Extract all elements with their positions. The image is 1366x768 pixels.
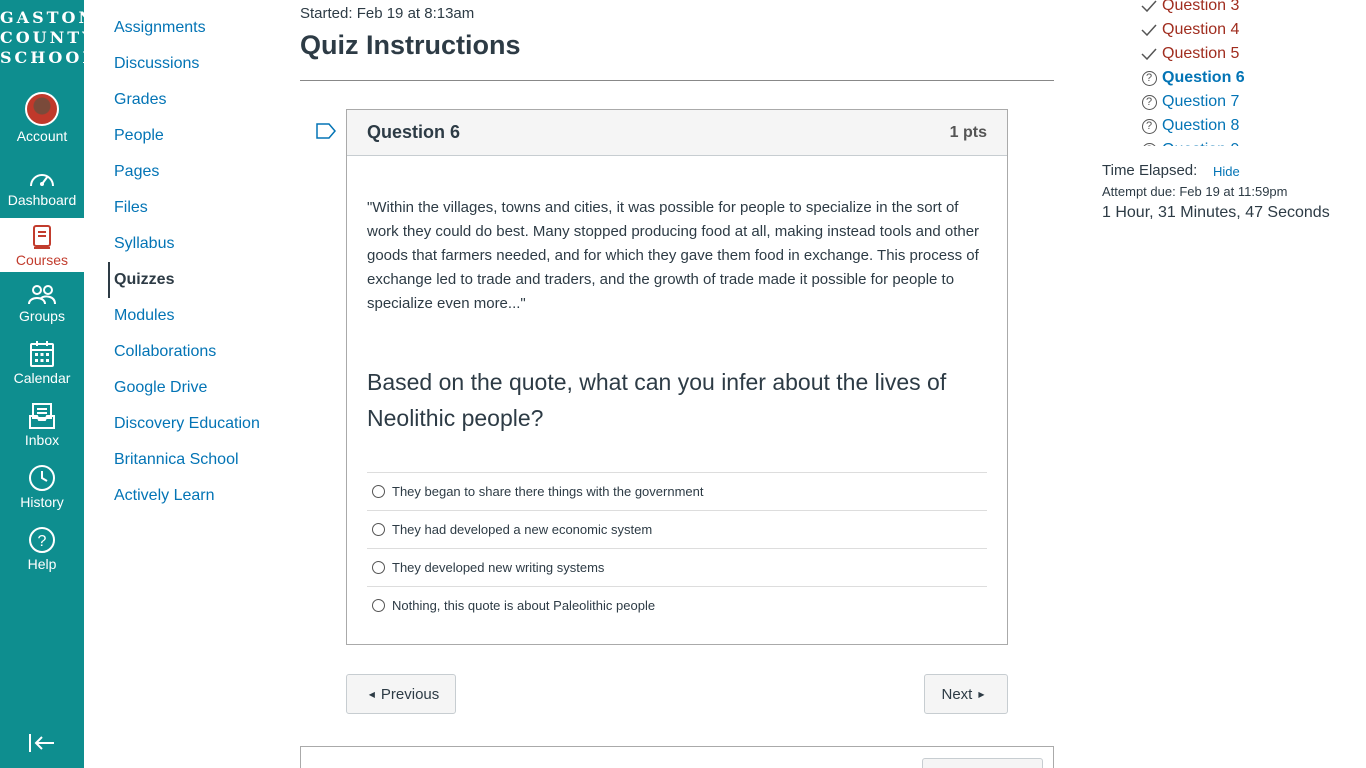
- page-title: Quiz Instructions: [300, 30, 521, 60]
- caret-right-icon: ▶: [978, 689, 985, 699]
- course-nav-actively-learn[interactable]: Actively Learn: [108, 478, 288, 514]
- course-nav-grades[interactable]: Grades: [108, 82, 288, 118]
- previous-label: Previous: [380, 685, 440, 703]
- caret-left-icon: ◀: [368, 689, 375, 699]
- hide-timer-link[interactable]: Hide: [1213, 164, 1240, 179]
- avatar: [25, 92, 59, 126]
- question-list-label: Question 8: [1162, 117, 1240, 134]
- answer-label: They had developed a new economic system: [392, 522, 653, 537]
- answer-option[interactable]: They began to share there things with th…: [367, 472, 987, 510]
- question-list-item[interactable]: Question 4: [1140, 18, 1300, 42]
- course-nav-assignments[interactable]: Assignments: [108, 10, 288, 46]
- nav-calendar[interactable]: Calendar: [0, 340, 84, 386]
- question-list-label: Question 5: [1162, 45, 1240, 62]
- answer-radio[interactable]: [372, 599, 385, 612]
- question-list-item[interactable]: ? Question 8: [1140, 114, 1300, 138]
- course-nav-google-drive[interactable]: Google Drive: [108, 370, 288, 406]
- question-list: Question 3 Question 4 Question 5 ? Quest…: [1140, 0, 1300, 146]
- next-button[interactable]: Next ▶: [924, 674, 1008, 714]
- answer-list: They began to share there things with th…: [367, 472, 987, 624]
- course-nav-discussions[interactable]: Discussions: [108, 46, 288, 82]
- question-prompt: Based on the quote, what can you infer a…: [367, 369, 947, 431]
- question-quote: "Within the villages, towns and cities, …: [367, 199, 980, 312]
- question-mark-icon: ?: [1140, 118, 1158, 134]
- question-list-label: Question 3: [1162, 0, 1240, 14]
- courses-icon: [33, 225, 51, 249]
- course-nav-modules[interactable]: Modules: [108, 298, 288, 334]
- question-list-item[interactable]: ? Question 7: [1140, 90, 1300, 114]
- answer-radio[interactable]: [372, 523, 385, 536]
- check-icon: [1140, 0, 1158, 12]
- submit-quiz-button[interactable]: [922, 758, 1043, 768]
- course-nav-people[interactable]: People: [108, 118, 288, 154]
- nav-courses[interactable]: Courses: [0, 218, 84, 272]
- time-elapsed-label: Time Elapsed:: [1102, 162, 1198, 179]
- question-header: Question 6 1 pts: [347, 110, 1007, 156]
- inbox-icon: [29, 403, 55, 429]
- question-list-item[interactable]: Question 3: [1140, 0, 1300, 18]
- question-list-item[interactable]: Question 5: [1140, 42, 1300, 66]
- check-icon: [1140, 48, 1158, 60]
- question-name: Question 6: [367, 122, 461, 142]
- question-mark-icon: ?: [1140, 70, 1158, 86]
- question-list-label: Question 7: [1162, 93, 1240, 110]
- nav-inbox[interactable]: Inbox: [0, 402, 84, 448]
- answer-label: Nothing, this quote is about Paleolithic…: [392, 598, 656, 613]
- answer-option[interactable]: They developed new writing systems: [367, 548, 987, 586]
- question-mark-icon: ?: [1140, 94, 1158, 110]
- school-logo[interactable]: GASTON COUNTY SCHOOLS: [0, 8, 108, 68]
- quiz-started-time: Started: Feb 19 at 8:13am: [300, 5, 475, 22]
- attempt-due: Attempt due: Feb 19 at 11:59pm: [1102, 184, 1288, 199]
- svg-text:?: ?: [38, 533, 47, 550]
- question-list-item-current[interactable]: ? Question 6: [1140, 66, 1300, 90]
- nav-inbox-label: Inbox: [24, 432, 60, 448]
- time-elapsed-value: 1 Hour, 31 Minutes, 47 Seconds: [1102, 204, 1330, 221]
- global-nav: GASTON COUNTY SCHOOLS Account Dashboard …: [0, 0, 108, 768]
- check-icon: [1140, 24, 1158, 36]
- course-nav-pages[interactable]: Pages: [108, 154, 288, 190]
- next-label: Next: [941, 685, 973, 703]
- nav-dashboard[interactable]: Dashboard: [0, 166, 84, 208]
- course-nav-quizzes[interactable]: Quizzes: [108, 262, 288, 298]
- nav-account[interactable]: Account: [0, 92, 84, 144]
- answer-label: They developed new writing systems: [392, 560, 605, 575]
- nav-dashboard-label: Dashboard: [7, 192, 77, 208]
- nav-courses-label: Courses: [15, 252, 69, 268]
- nav-groups-label: Groups: [19, 308, 65, 324]
- nav-help-label: Help: [27, 556, 57, 572]
- nav-history[interactable]: History: [0, 464, 84, 510]
- history-icon: [29, 465, 55, 491]
- answer-option[interactable]: They had developed a new economic system: [367, 510, 987, 548]
- groups-icon: [28, 285, 56, 305]
- answer-radio[interactable]: [372, 485, 385, 498]
- answer-option[interactable]: Nothing, this quote is about Paleolithic…: [367, 586, 987, 624]
- question-list-label: Question 4: [1162, 21, 1240, 38]
- answer-label: They began to share there things with th…: [392, 484, 704, 499]
- question-list-item[interactable]: ? Question 9: [1140, 138, 1300, 146]
- course-nav-discovery-education[interactable]: Discovery Education: [108, 406, 288, 442]
- calendar-icon: [30, 341, 54, 367]
- course-nav: Assignments Discussions Grades People Pa…: [108, 10, 288, 514]
- answer-radio[interactable]: [372, 561, 385, 574]
- question-points: 1 pts: [949, 123, 987, 141]
- nav-help[interactable]: ? Help: [0, 526, 84, 572]
- course-nav-britannica-school[interactable]: Britannica School: [108, 442, 288, 478]
- question-list-label: Question 9: [1162, 138, 1239, 146]
- help-icon: ?: [29, 527, 55, 553]
- course-nav-collaborations[interactable]: Collaborations: [108, 334, 288, 370]
- nav-calendar-label: Calendar: [13, 370, 71, 386]
- course-nav-files[interactable]: Files: [108, 190, 288, 226]
- question-list-label: Question 6: [1162, 69, 1245, 86]
- nav-groups[interactable]: Groups: [0, 284, 84, 324]
- course-nav-syllabus[interactable]: Syllabus: [108, 226, 288, 262]
- collapse-nav-icon[interactable]: [28, 732, 56, 754]
- flag-question-icon[interactable]: [316, 123, 336, 139]
- previous-button[interactable]: ◀ Previous: [346, 674, 456, 714]
- dashboard-icon: [30, 174, 54, 187]
- nav-history-label: History: [20, 494, 64, 510]
- header-divider: [300, 80, 1054, 81]
- nav-account-label: Account: [16, 128, 68, 144]
- question-card: Question 6 1 pts "Within the villages, t…: [346, 109, 1008, 645]
- question-mark-icon: ?: [1140, 142, 1158, 146]
